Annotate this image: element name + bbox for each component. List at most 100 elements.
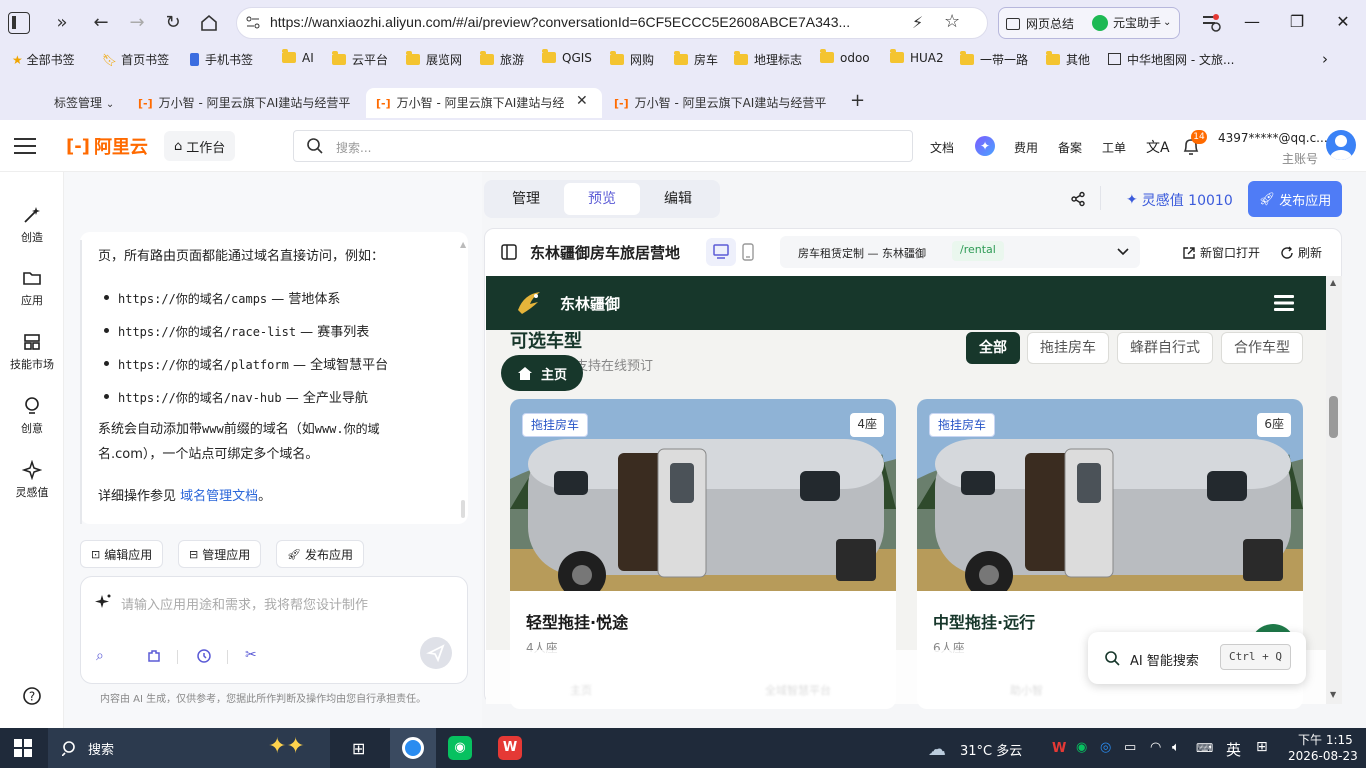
scissors-icon[interactable]: ✂ <box>245 647 257 663</box>
forward-button[interactable]: → <box>125 11 149 35</box>
rail-create[interactable]: 创造 <box>0 205 64 245</box>
filter-towable[interactable]: 拖挂房车 <box>1027 332 1109 364</box>
bookmark-china-map[interactable]: 中华地图网 - 文旅... <box>1108 51 1234 69</box>
star-icon[interactable]: ☆ <box>944 11 960 32</box>
taskbar-browser-app[interactable] <box>390 728 436 768</box>
site-brand[interactable]: 东林疆御 <box>560 293 620 314</box>
help-icon[interactable]: ? <box>22 686 42 706</box>
chat-scrollbar[interactable] <box>461 500 465 518</box>
maximize-button[interactable]: ❐ <box>1282 10 1312 34</box>
bottom-nav-assistant[interactable]: 助小智 <box>1010 682 1043 698</box>
bottom-nav-home[interactable]: 主页 <box>570 682 592 698</box>
filter-motorhome[interactable]: 蜂群自行式 <box>1117 332 1213 364</box>
send-button[interactable] <box>420 637 452 669</box>
prompt-input[interactable] <box>80 576 468 684</box>
clock-date[interactable]: 2026-08-23 <box>1288 749 1358 763</box>
wechat-app-icon[interactable]: ◉ <box>448 736 472 760</box>
bookmark-folder-odoo[interactable]: odoo <box>820 49 870 69</box>
brand-logo-icon[interactable] <box>514 288 546 318</box>
bookmark-folder-hua2[interactable]: HUA2 <box>890 49 944 69</box>
preview-scrollbar-track[interactable] <box>1326 276 1342 704</box>
bookmark-folder-cloud[interactable]: 云平台 <box>332 51 388 69</box>
bottom-nav-platform[interactable]: 全域智慧平台 <box>765 682 831 698</box>
tray-wechat-icon[interactable]: ◉ <box>1076 740 1087 755</box>
reload-button[interactable]: ↻ <box>161 11 185 35</box>
tab-2-active[interactable]: [-] 万小智 - 阿里云旗下AI建站与经 <box>366 88 602 118</box>
windows-start-icon[interactable] <box>14 739 32 757</box>
scroll-up-icon[interactable]: ▲ <box>460 240 466 249</box>
sidebar-toggle-icon[interactable] <box>8 12 30 34</box>
bookmark-mobile[interactable]: 手机书签 <box>190 51 253 69</box>
filter-all[interactable]: 全部 <box>966 332 1020 364</box>
search-input[interactable] <box>293 130 913 162</box>
scroll-up-icon[interactable]: ▲ <box>1330 278 1336 287</box>
wps-app-icon[interactable]: W <box>498 736 522 760</box>
ime-indicator[interactable]: 英 <box>1226 739 1241 760</box>
tab-manager[interactable]: 标签管理 ⌄ <box>44 88 124 118</box>
bookmark-folder-expo[interactable]: 展览网 <box>406 51 462 69</box>
assistant-button[interactable]: 元宝助手 ⌄ <box>1092 14 1171 31</box>
menu-icon[interactable] <box>14 137 36 155</box>
new-tab-icon[interactable]: + <box>850 90 865 111</box>
bookmark-folder-other[interactable]: 其他 <box>1046 51 1090 69</box>
bookmark-all[interactable]: ★ 全部书签 <box>12 51 75 69</box>
bookmark-folder-rv[interactable]: 房车 <box>674 51 718 69</box>
url-text[interactable]: https://wanxiaozhi.aliyun.com/#/ai/previ… <box>270 14 850 30</box>
profile-menu-icon[interactable] <box>1200 12 1222 34</box>
summary-button[interactable]: 网页总结 <box>1006 15 1074 32</box>
lightning-icon[interactable]: ⚡ <box>912 13 923 32</box>
tray-browser-icon[interactable]: ◎ <box>1100 740 1111 755</box>
wifi-icon[interactable]: ◠ <box>1150 740 1161 755</box>
refresh-button[interactable]: 刷新 <box>1280 244 1322 261</box>
avatar[interactable] <box>1326 130 1356 160</box>
collapse-panel-icon[interactable] <box>500 243 518 261</box>
plugin-icon[interactable] <box>146 648 162 664</box>
attach-icon[interactable]: ⌕ <box>96 648 104 664</box>
clock-time[interactable]: 下午 1:15 <box>1298 731 1353 748</box>
ime-grid-icon[interactable]: ⊞ <box>1256 739 1268 755</box>
account-name[interactable]: 4397*****@qq.c... <box>1218 131 1328 145</box>
weather-text[interactable]: 31°C 多云 <box>960 740 1022 759</box>
desktop-view-button[interactable] <box>706 238 736 266</box>
bookmark-folder-shopping[interactable]: 网购 <box>610 51 654 69</box>
publish-app-chat-button[interactable]: 🚀︎ 发布应用 <box>276 540 364 568</box>
inspiration-balance[interactable]: ✦ 灵感值 10010 <box>1126 190 1233 210</box>
bookmark-folder-ai[interactable]: AI <box>282 49 314 69</box>
workbench-button[interactable]: ⌂ 工作台 <box>164 131 236 161</box>
hamburger-icon[interactable] <box>1274 294 1294 312</box>
preview-scrollbar-thumb[interactable] <box>1329 396 1338 438</box>
docs-link[interactable]: 文档 <box>930 139 954 156</box>
bookmark-folder-belt[interactable]: 一带一路 <box>960 51 1028 69</box>
tab-preview[interactable]: 预览 <box>564 183 640 215</box>
manage-app-button[interactable]: ⊟ 管理应用 <box>178 540 262 568</box>
rail-ideas[interactable]: 创意 <box>0 396 64 436</box>
translate-icon[interactable]: 文A <box>1146 137 1170 157</box>
tray-battery-icon[interactable]: ▭ <box>1124 740 1136 755</box>
site-info-icon[interactable] <box>244 14 262 32</box>
expand-icon[interactable]: » <box>50 11 74 35</box>
task-view-icon[interactable]: ⊞ <box>352 739 365 758</box>
minimize-button[interactable]: — <box>1237 10 1267 34</box>
rail-apps[interactable]: 应用 <box>0 268 64 308</box>
ai-assistant-icon[interactable]: ✦ <box>975 136 995 156</box>
history-icon[interactable] <box>196 648 212 664</box>
floating-home-button[interactable]: 主页 <box>501 355 584 391</box>
keyboard-icon[interactable]: ⌨ <box>1196 741 1213 755</box>
back-button[interactable]: ← <box>89 11 113 35</box>
home-icon[interactable] <box>199 13 219 33</box>
tab-1[interactable]: [-] 万小智 - 阿里云旗下AI建站与经营平 <box>128 88 356 118</box>
bookmark-folder-qgis[interactable]: QGIS <box>542 49 592 69</box>
bookmark-folder-travel[interactable]: 旅游 <box>480 51 524 69</box>
tab-3[interactable]: [-] 万小智 - 阿里云旗下AI建站与经营平 <box>604 88 836 118</box>
ticket-link[interactable]: 工单 <box>1102 139 1126 156</box>
bookmark-folder-geo[interactable]: 地理标志 <box>734 51 802 69</box>
aliyun-logo[interactable]: [-] 阿里云 <box>66 133 148 159</box>
domain-docs-link[interactable]: 域名管理文档 <box>180 489 258 504</box>
publish-button[interactable]: 🚀︎ 发布应用 <box>1248 181 1342 217</box>
edit-app-button[interactable]: ⊡ 编辑应用 <box>80 540 164 568</box>
volume-icon[interactable]: 🔈︎ <box>1172 740 1180 755</box>
mobile-view-button[interactable] <box>740 243 756 261</box>
scroll-down-icon[interactable]: ▼ <box>1330 690 1336 699</box>
filter-partner[interactable]: 合作车型 <box>1221 332 1303 364</box>
tray-wps-icon[interactable]: W <box>1052 741 1066 756</box>
